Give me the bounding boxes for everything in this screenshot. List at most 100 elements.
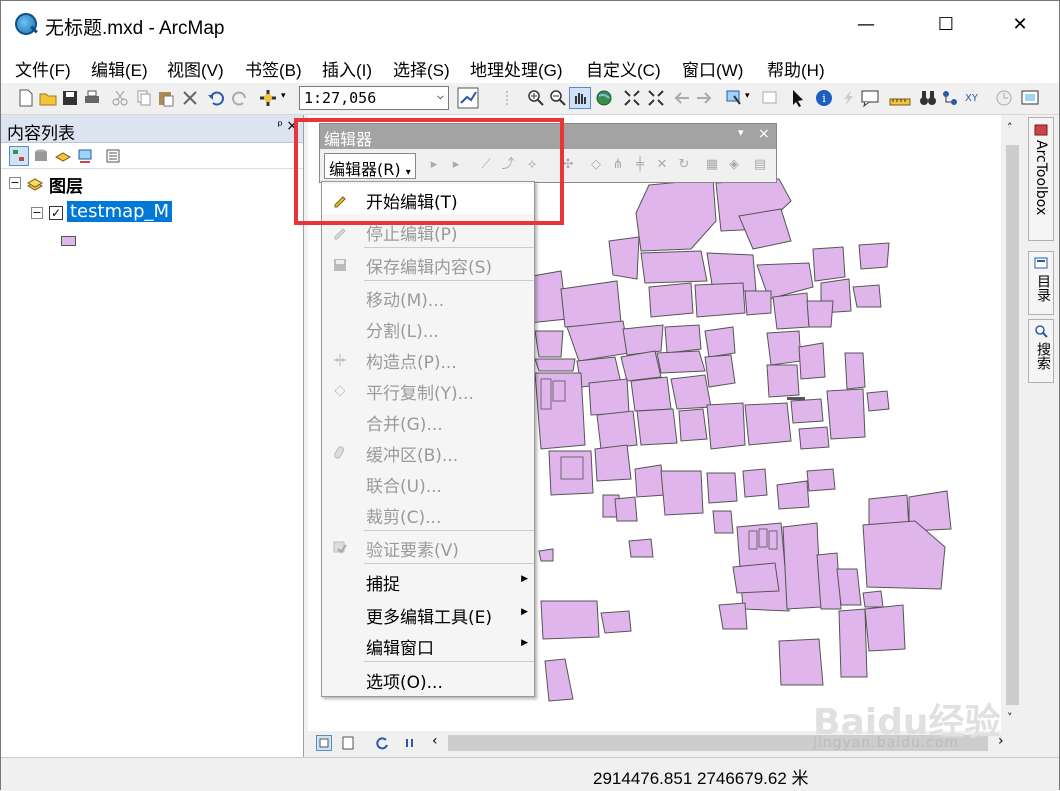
maximize-button[interactable]: ☐: [919, 7, 973, 43]
menu-split[interactable]: 分割(L)...: [322, 313, 534, 343]
measure-icon[interactable]: [889, 89, 911, 107]
layer-name-selected[interactable]: testmap_M: [67, 201, 173, 222]
find-route-icon[interactable]: [941, 89, 959, 107]
redo-icon[interactable]: [231, 89, 249, 107]
list-by-drawing-order-icon[interactable]: [9, 146, 29, 166]
menu-snapping[interactable]: 捕捉 ▶: [322, 566, 534, 596]
rotate-icon[interactable]: ↻: [676, 157, 692, 173]
open-folder-icon[interactable]: [39, 89, 57, 107]
sketch-properties-icon[interactable]: ◈: [726, 157, 742, 173]
list-by-visibility-icon[interactable]: [55, 148, 71, 164]
scroll-left-arrow-icon[interactable]: ‹: [432, 733, 438, 749]
attributes-icon[interactable]: ▦: [704, 157, 720, 173]
layer-symbol-swatch[interactable]: [61, 236, 76, 246]
select-features-icon[interactable]: [725, 89, 743, 107]
fixed-zoom-out-icon[interactable]: [647, 89, 665, 107]
fixed-zoom-in-icon[interactable]: [623, 89, 641, 107]
forward-arrow-icon[interactable]: [695, 89, 713, 107]
save-icon[interactable]: [61, 89, 79, 107]
create-features-icon[interactable]: ▤: [752, 157, 768, 173]
delete-icon[interactable]: [181, 89, 199, 107]
edit-vertices-icon[interactable]: ◇: [588, 157, 604, 173]
create-viewer-icon[interactable]: [1021, 89, 1039, 107]
auto-hide-pin-icon[interactable]: ᵖ: [277, 119, 283, 134]
close-button[interactable]: ✕: [993, 7, 1047, 43]
menu-bookmarks[interactable]: 书签(B): [245, 56, 302, 81]
editor-toolbar-close-icon[interactable]: ×: [758, 126, 770, 142]
map-scale-combobox[interactable]: 1:27,056 ⌵: [299, 86, 449, 110]
go-to-xy-icon[interactable]: XY: [965, 89, 983, 107]
zoom-out-icon[interactable]: [549, 89, 567, 107]
layers-group-label[interactable]: 图层: [49, 172, 83, 197]
menu-selection[interactable]: 选择(S): [393, 56, 450, 81]
back-arrow-icon[interactable]: [673, 89, 691, 107]
menu-union[interactable]: 联合(U)...: [322, 468, 534, 498]
time-slider-icon[interactable]: [995, 89, 1013, 107]
pan-hand-icon[interactable]: [569, 87, 591, 109]
menu-construct-points[interactable]: 构造点(P)...: [322, 344, 534, 374]
select-features-dropdown-icon[interactable]: ▾: [745, 91, 750, 101]
list-by-selection-icon[interactable]: [77, 148, 93, 164]
reshape-icon[interactable]: ⋔: [610, 157, 626, 173]
html-popup-icon[interactable]: [861, 89, 879, 107]
refresh-view-icon[interactable]: [374, 735, 390, 751]
menu-editing-windows[interactable]: 编辑窗口 ▶: [322, 630, 534, 660]
hyperlink-icon[interactable]: [839, 89, 857, 107]
print-icon[interactable]: [83, 89, 101, 107]
list-by-source-icon[interactable]: [33, 148, 49, 164]
collapse-layers-toggle[interactable]: −: [9, 177, 21, 189]
menu-window[interactable]: 窗口(W): [682, 56, 743, 81]
menu-merge[interactable]: 合并(G)...: [322, 406, 534, 436]
menu-buffer[interactable]: 缓冲区(B)...: [322, 437, 534, 467]
full-extent-globe-icon[interactable]: [595, 89, 613, 107]
menu-save-edits[interactable]: 保存编辑内容(S): [322, 249, 534, 279]
menu-clip[interactable]: 裁剪(C)...: [322, 499, 534, 529]
map-vertical-scrollbar[interactable]: ˄ ˅: [1001, 115, 1023, 731]
identify-icon[interactable]: i: [815, 89, 833, 107]
minimize-button[interactable]: —: [839, 7, 893, 43]
menu-insert[interactable]: 插入(I): [322, 56, 372, 81]
menu-validate-features[interactable]: 验证要素(V): [322, 532, 534, 562]
zoom-in-icon[interactable]: [527, 89, 545, 107]
submenu-arrow-icon: ▶: [521, 638, 528, 648]
menu-edit[interactable]: 编辑(E): [91, 56, 148, 81]
select-elements-arrow-icon[interactable]: [789, 89, 807, 107]
menu-options[interactable]: 选项(O)...: [322, 664, 534, 694]
copy-icon[interactable]: [135, 89, 153, 107]
options-list-icon[interactable]: [105, 148, 121, 164]
svg-text:i: i: [822, 92, 826, 105]
menu-divider: [364, 280, 534, 281]
menu-file[interactable]: 文件(F): [15, 56, 71, 81]
arctoolbox-tab[interactable]: ArcToolbox: [1028, 117, 1054, 241]
paste-icon[interactable]: [157, 89, 175, 107]
menu-help[interactable]: 帮助(H): [767, 56, 825, 81]
clear-selection-icon[interactable]: [761, 89, 779, 107]
menu-more-editing-tools[interactable]: 更多编辑工具(E) ▶: [322, 599, 534, 629]
search-tab[interactable]: 搜索: [1028, 319, 1054, 383]
menu-item-label: 分割(L)...: [366, 322, 439, 342]
add-data-icon[interactable]: [259, 89, 277, 107]
data-view-icon[interactable]: [316, 735, 332, 751]
menu-move[interactable]: 移动(M)...: [322, 282, 534, 312]
scroll-up-arrow-icon[interactable]: ˄: [1007, 121, 1013, 134]
layer-visibility-checkbox[interactable]: ✓: [49, 206, 63, 220]
vertical-scroll-thumb[interactable]: [1006, 145, 1019, 705]
cut-icon[interactable]: [111, 89, 129, 107]
menu-copy-parallel[interactable]: 平行复制(Y)...: [322, 375, 534, 405]
undo-icon[interactable]: [207, 89, 225, 107]
find-binoculars-icon[interactable]: [919, 89, 937, 107]
new-document-icon[interactable]: [17, 89, 35, 107]
catalog-tab[interactable]: 目录: [1028, 251, 1054, 315]
pause-drawing-icon[interactable]: [402, 735, 418, 751]
menu-customize[interactable]: 自定义(C): [586, 56, 661, 81]
menu-view[interactable]: 视图(V): [167, 56, 224, 81]
menu-geoprocessing[interactable]: 地理处理(G): [470, 56, 563, 81]
add-data-dropdown-icon[interactable]: ▾: [281, 91, 286, 101]
toolbar-options-dropdown-icon[interactable]: ▾: [738, 126, 744, 139]
cut-polygons-icon[interactable]: ╪: [632, 157, 648, 173]
editor-toolbar-icon[interactable]: [457, 87, 479, 109]
collapse-layer-toggle[interactable]: −: [31, 207, 43, 219]
layout-view-icon[interactable]: [340, 735, 356, 751]
scroll-down-arrow-icon[interactable]: ˅: [1007, 711, 1013, 724]
split-icon[interactable]: ✕: [654, 157, 670, 173]
